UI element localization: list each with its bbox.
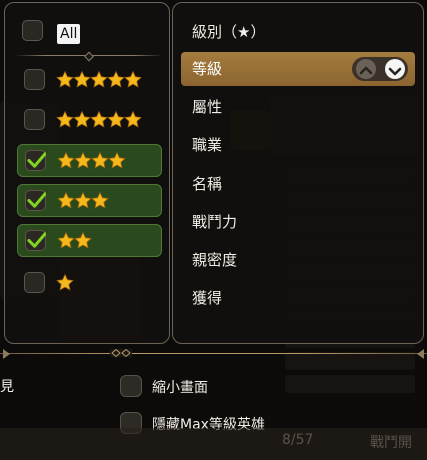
panel-divider bbox=[15, 51, 163, 62]
sort-ascending-button[interactable] bbox=[356, 59, 376, 79]
all-label: All bbox=[57, 24, 81, 44]
cutoff-option-label: 見 bbox=[0, 379, 14, 395]
star-filter-checkbox[interactable] bbox=[24, 69, 45, 90]
star-icon bbox=[73, 110, 91, 128]
checkmark-icon bbox=[27, 232, 46, 248]
all-checkbox[interactable] bbox=[22, 20, 43, 41]
star-rating bbox=[57, 231, 92, 251]
star-filter-checkbox[interactable] bbox=[24, 109, 45, 130]
sort-direction-toggle[interactable] bbox=[352, 57, 408, 81]
star-icon bbox=[124, 110, 142, 128]
star-filter-row-1star[interactable] bbox=[17, 267, 162, 300]
separator-left-arrow bbox=[3, 349, 10, 359]
sort-panel: 級別（★） 等級屬性職業名稱戰鬥力親密度獲得 bbox=[172, 2, 424, 344]
gold-separator bbox=[0, 353, 427, 354]
star-rating bbox=[57, 151, 126, 171]
star-icon bbox=[74, 151, 92, 169]
sort-option-1[interactable]: 屬性 bbox=[181, 90, 415, 124]
sort-option-4[interactable]: 戰鬥力 bbox=[181, 205, 415, 239]
chevron-up-icon bbox=[359, 66, 373, 75]
star-rating bbox=[56, 110, 142, 130]
sort-option-label: 屬性 bbox=[192, 98, 223, 117]
sort-option-label: 職業 bbox=[192, 136, 223, 155]
star-filter-row-5star[interactable] bbox=[17, 64, 162, 97]
sort-option-label: 親密度 bbox=[192, 251, 238, 269]
star-filter-row-4star[interactable] bbox=[17, 144, 162, 177]
star-icon bbox=[124, 70, 142, 88]
star-icon bbox=[91, 151, 109, 169]
shrink-screen-checkbox[interactable] bbox=[120, 375, 142, 397]
star-icon bbox=[56, 273, 74, 291]
sort-title: 級別（★） bbox=[192, 23, 266, 41]
star-filter-checkbox[interactable] bbox=[24, 272, 45, 293]
star-filter-checkbox[interactable] bbox=[25, 150, 46, 171]
star-icon bbox=[107, 110, 125, 128]
sort-descending-button[interactable] bbox=[385, 59, 405, 79]
star-filter-checkbox[interactable] bbox=[25, 230, 46, 251]
checkmark-icon bbox=[27, 192, 46, 208]
star-rating bbox=[56, 70, 142, 90]
sort-option-2[interactable]: 職業 bbox=[181, 128, 415, 162]
star-icon bbox=[57, 231, 75, 249]
star-icon bbox=[90, 110, 108, 128]
star-rating bbox=[56, 273, 74, 293]
sort-option-3[interactable]: 名稱 bbox=[181, 167, 415, 201]
sort-option-label: 等級 bbox=[192, 60, 223, 78]
star-icon bbox=[108, 151, 126, 169]
sort-option-6[interactable]: 獲得 bbox=[181, 281, 415, 315]
star-filter-row-2star[interactable] bbox=[17, 224, 162, 257]
star-icon bbox=[74, 191, 92, 209]
star-filter-checkbox[interactable] bbox=[25, 190, 46, 211]
hero-count: 8/57 bbox=[282, 432, 314, 448]
separator-right-arrow bbox=[417, 349, 424, 359]
sort-option-5[interactable]: 親密度 bbox=[181, 243, 415, 277]
battle-button-faint: 戰鬥開 bbox=[370, 435, 412, 451]
sort-option-label: 戰鬥力 bbox=[192, 212, 238, 231]
chevron-down-icon bbox=[388, 67, 402, 76]
bottom-bar: 8/57 戰鬥開 bbox=[0, 428, 427, 460]
shrink-screen-label: 縮小畫面 bbox=[152, 380, 208, 396]
sort-option-label: 名稱 bbox=[192, 174, 223, 193]
star-filter-row-5star[interactable] bbox=[17, 104, 162, 137]
star-icon bbox=[73, 70, 91, 88]
checkmark-icon bbox=[27, 152, 46, 168]
star-icon bbox=[57, 151, 75, 169]
star-icon bbox=[56, 110, 74, 128]
separator-ornament-icon bbox=[110, 348, 132, 358]
star-filter-panel: All bbox=[4, 2, 170, 344]
star-filter-row-3star[interactable] bbox=[17, 184, 162, 217]
star-rating bbox=[57, 191, 109, 211]
star-icon bbox=[91, 191, 109, 209]
star-icon bbox=[56, 70, 74, 88]
star-icon bbox=[90, 70, 108, 88]
sort-option-0[interactable]: 等級 bbox=[181, 52, 415, 86]
sort-option-label: 獲得 bbox=[192, 289, 223, 308]
star-icon bbox=[107, 70, 125, 88]
star-icon bbox=[57, 191, 75, 209]
star-icon bbox=[74, 231, 92, 249]
